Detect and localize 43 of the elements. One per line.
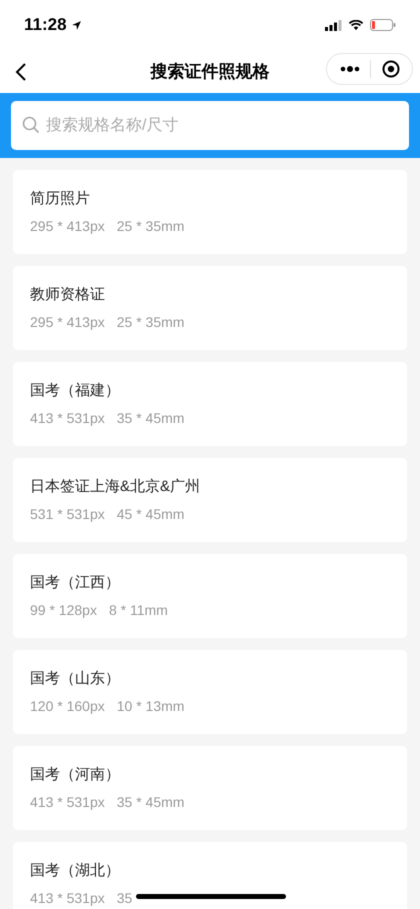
spec-card[interactable]: 国考（山东） 120 * 160px 10 * 13mm xyxy=(13,650,407,734)
spec-card[interactable]: 国考（河南） 413 * 531px 35 * 45mm xyxy=(13,746,407,830)
pixel-size: 413 * 531px xyxy=(30,409,105,427)
print-size: 8 * 11mm xyxy=(108,601,168,619)
spec-name: 国考（山东） xyxy=(30,669,121,689)
pixel-size: 295 * 413px xyxy=(30,313,105,331)
spec-card[interactable]: 国考（福建） 413 * 531px 35 * 45mm xyxy=(13,362,407,446)
back-icon[interactable] xyxy=(15,62,27,82)
search-field[interactable]: 搜索规格名称/尺寸 xyxy=(11,101,409,150)
spec-name: 教师资格证 xyxy=(30,285,106,305)
spec-name: 国考（福建） xyxy=(30,381,121,401)
print-size: 45 * 45mm xyxy=(116,505,184,523)
print-size: 35 * 45mm xyxy=(116,793,184,811)
pixel-size: 295 * 413px xyxy=(30,217,105,235)
more-icon[interactable] xyxy=(340,66,360,72)
battery-icon xyxy=(370,19,396,31)
spec-card[interactable]: 日本签证上海&北京&广州 531 * 531px 45 * 45mm xyxy=(13,458,407,542)
spec-name: 国考（江西） xyxy=(30,573,121,593)
pixel-size: 99 * 128px xyxy=(30,601,97,619)
spec-name: 日本签证上海&北京&广州 xyxy=(30,477,202,497)
print-size: 10 * 13mm xyxy=(116,697,184,715)
pixel-size: 413 * 531px xyxy=(30,793,105,811)
spec-name: 国考（湖北） xyxy=(30,861,121,881)
print-size: 35 xyxy=(116,889,132,907)
status-time: 11:28 xyxy=(24,14,67,36)
close-circle-icon[interactable] xyxy=(382,60,400,78)
print-size: 25 * 35mm xyxy=(116,313,184,331)
wifi-icon xyxy=(348,20,364,30)
pixel-size: 531 * 531px xyxy=(30,505,105,523)
pixel-size: 413 * 531px xyxy=(30,889,105,907)
spec-card[interactable]: 教师资格证 295 * 413px 25 * 35mm xyxy=(13,266,407,350)
spec-name: 简历照片 xyxy=(30,189,91,209)
signal-icon xyxy=(325,20,342,30)
search-icon xyxy=(22,116,40,134)
print-size: 35 * 45mm xyxy=(116,409,184,427)
spec-card[interactable]: 简历照片 295 * 413px 25 * 35mm xyxy=(13,170,407,254)
print-size: 25 * 35mm xyxy=(116,217,184,235)
location-arrow-icon xyxy=(70,20,82,30)
spec-card[interactable]: 国考（湖北） 413 * 531px 35 xyxy=(13,842,407,909)
spec-name: 国考（河南） xyxy=(30,765,121,785)
pixel-size: 120 * 160px xyxy=(30,697,105,715)
spec-card[interactable]: 国考（江西） 99 * 128px 8 * 11mm xyxy=(13,554,407,638)
page-title: 搜索证件照规格 xyxy=(150,60,270,83)
